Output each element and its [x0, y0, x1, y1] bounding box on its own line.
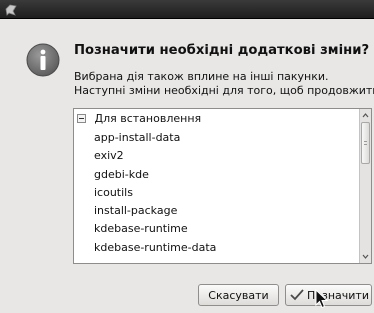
group-label: Для встановлення — [94, 112, 202, 125]
mark-button-label: Позначити — [307, 288, 369, 302]
list-item[interactable]: gdebi-kde — [94, 166, 216, 184]
confirm-changes-dialog: Позначити необхідні додаткові зміни? Виб… — [0, 19, 374, 313]
changes-list[interactable]: Для встановлення app-install-data exiv2 … — [73, 108, 372, 264]
collapse-icon[interactable] — [77, 114, 86, 123]
window-titlebar[interactable] — [0, 0, 374, 19]
description-line-2: Наступні зміни необхідні для того, щоб п… — [74, 84, 374, 97]
scrollbar-thumb[interactable] — [361, 122, 370, 164]
checkmark-icon — [290, 289, 304, 301]
dialog-heading: Позначити необхідні додаткові зміни? — [74, 43, 370, 58]
scroll-up-icon[interactable] — [360, 110, 371, 121]
list-item[interactable]: app-install-data — [94, 129, 216, 147]
dialog-description: Вибрана дія також вплине на інші пакунки… — [74, 70, 374, 98]
list-item[interactable]: exiv2 — [94, 147, 216, 165]
cancel-button-label: Скасувати — [208, 288, 269, 302]
changes-tree[interactable]: Для встановлення app-install-data exiv2 … — [74, 109, 359, 263]
vertical-scrollbar[interactable] — [359, 109, 371, 263]
scroll-down-icon[interactable] — [360, 251, 371, 262]
list-item[interactable]: icoutils — [94, 184, 216, 202]
description-line-1: Вибрана дія також вплине на інші пакунки… — [74, 70, 329, 83]
grip-icon — [364, 141, 367, 145]
cancel-button[interactable]: Скасувати — [198, 284, 279, 306]
list-item[interactable]: kdebase-runtime — [94, 220, 216, 238]
info-icon — [26, 43, 60, 77]
mark-button[interactable]: Позначити — [285, 284, 372, 306]
package-list: app-install-data exiv2 gdebi-kde icoutil… — [94, 129, 216, 257]
system-icon[interactable] — [4, 3, 18, 16]
list-item[interactable]: kdebase-runtime-data — [94, 239, 216, 257]
list-item[interactable]: install-package — [94, 202, 216, 220]
group-row-install[interactable]: Для встановлення — [77, 111, 201, 127]
